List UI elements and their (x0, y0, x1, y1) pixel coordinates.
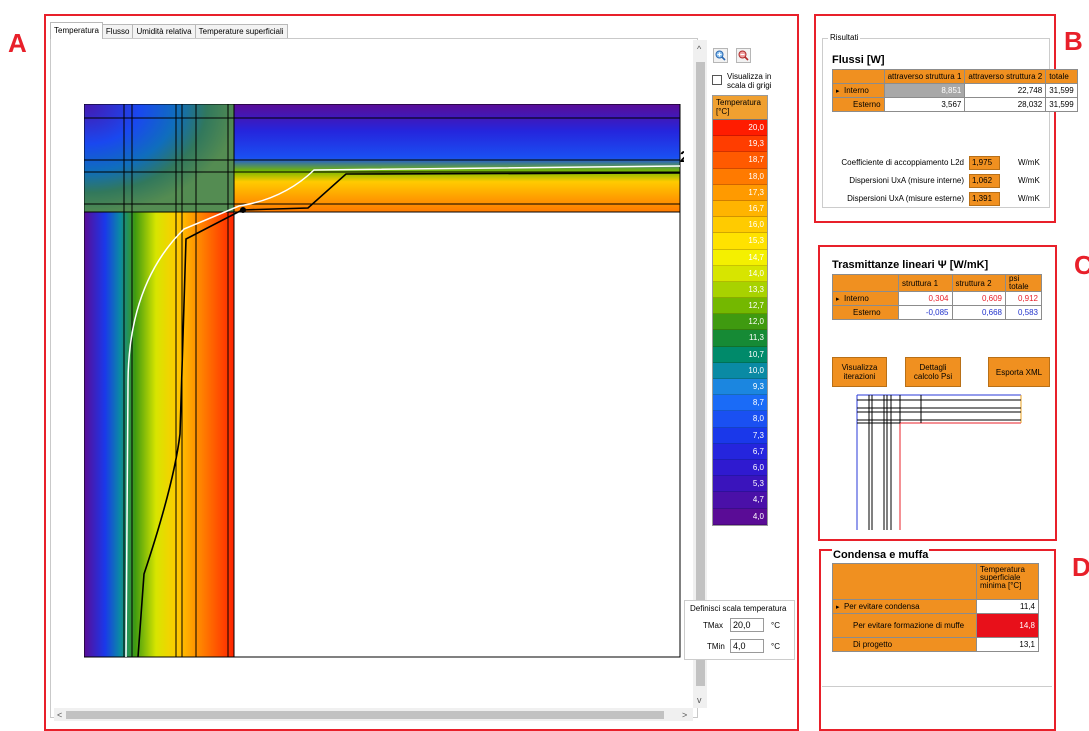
condensa-corner (832, 563, 977, 600)
visualizza-iterazioni-button[interactable]: Visualizza iterazioni (832, 357, 887, 387)
row-label: Di progetto (832, 637, 977, 652)
table-cell[interactable]: 28,032 (964, 97, 1047, 112)
metric-unit: W/mK (1018, 194, 1040, 203)
esporta-xml-button[interactable]: Esporta XML (988, 357, 1050, 387)
flussi-header: attraverso struttura 1 (883, 69, 966, 84)
dettagli-calcolo-psi-button[interactable]: Dettagli calcolo Psi (905, 357, 961, 387)
flussi-header: attraverso struttura 2 (964, 69, 1047, 84)
table-row[interactable]: Esterno 3,567 28,032 31,599 (832, 97, 1078, 112)
table-cell[interactable]: 0,609 (951, 291, 1006, 306)
flussi-corner (832, 69, 885, 84)
condensa-title: Condensa e muffa (832, 549, 930, 561)
metric-value[interactable]: 1,975 (969, 156, 1000, 170)
table-cell[interactable]: 13,1 (976, 637, 1039, 652)
table-cell[interactable]: 31,599 (1045, 97, 1078, 112)
table-cell[interactable]: 0,304 (898, 291, 953, 306)
metric-unit: W/mK (1018, 176, 1040, 185)
flussi-title: Flussi [W] (832, 54, 885, 66)
metric-value[interactable]: 1,391 (969, 192, 1000, 206)
table-cell[interactable]: 0,668 (951, 305, 1006, 320)
psi-header: psi totale (1005, 274, 1042, 292)
flussi-header: totale (1045, 69, 1078, 84)
table-cell[interactable]: 11,4 (976, 599, 1039, 614)
psi-corner (832, 274, 899, 292)
table-row[interactable]: ▸ Per evitare condensa 11,4 (832, 599, 1039, 614)
table-row[interactable]: Per evitare formazione di muffe 14,8 (832, 613, 1039, 638)
table-cell[interactable]: 8,851 (883, 83, 966, 98)
table-cell[interactable]: 14,8 (976, 613, 1039, 638)
row-label: ▸ Interno (832, 291, 899, 306)
psi-header: struttura 1 (898, 274, 953, 292)
metric-value[interactable]: 1,062 (969, 174, 1000, 188)
tab-temperatura[interactable]: Temperatura (50, 22, 103, 39)
metric-label: Coefficiente di accoppiamento L2d (841, 158, 964, 167)
psi-table: struttura 1 struttura 2 psi totale ▸ Int… (832, 274, 1042, 320)
table-row[interactable]: ▸ Interno 8,851 22,748 31,599 (832, 83, 1078, 98)
table-cell[interactable]: 31,599 (1045, 83, 1078, 98)
psi-header: struttura 2 (951, 274, 1006, 292)
table-cell[interactable]: 22,748 (964, 83, 1047, 98)
table-row[interactable]: ▸ Interno 0,304 0,609 0,912 (832, 291, 1042, 306)
flussi-table: attraverso struttura 1 attraverso strutt… (832, 69, 1078, 112)
section-marker-a: A (8, 28, 27, 58)
condensa-header: Temperatura superficiale minima [°C] (976, 563, 1039, 600)
row-label: Esterno (832, 305, 899, 320)
metric-label: Dispersioni UxA (misure interne) (849, 176, 964, 185)
table-cell[interactable]: -0,085 (898, 305, 953, 320)
table-cell[interactable]: 0,583 (1005, 305, 1042, 320)
row-label: Esterno (832, 97, 885, 112)
psi-title: Trasmittanze lineari Ψ [W/mK] (832, 259, 989, 271)
metric-label: Dispersioni UxA (misure esterne) (847, 194, 964, 203)
table-cell[interactable]: 0,912 (1005, 291, 1042, 306)
metric-unit: W/mK (1018, 158, 1040, 167)
frame-a (44, 14, 799, 731)
table-row[interactable]: Esterno -0,085 0,668 0,583 (832, 305, 1042, 320)
row-label: Per evitare formazione di muffe (832, 613, 977, 638)
table-cell[interactable]: 3,567 (883, 97, 966, 112)
row-label: ▸ Interno (832, 83, 885, 98)
table-row[interactable]: Di progetto 13,1 (832, 637, 1039, 652)
section-marker-c: C (1074, 250, 1089, 280)
geometry-preview (856, 394, 1022, 530)
section-marker-d: D (1072, 552, 1089, 582)
row-label: ▸ Per evitare condensa (832, 599, 977, 614)
condensa-table: Temperatura superficiale minima [°C] ▸ P… (832, 563, 1039, 652)
section-marker-b: B (1064, 26, 1083, 56)
risultati-label: Risultati (828, 33, 861, 42)
